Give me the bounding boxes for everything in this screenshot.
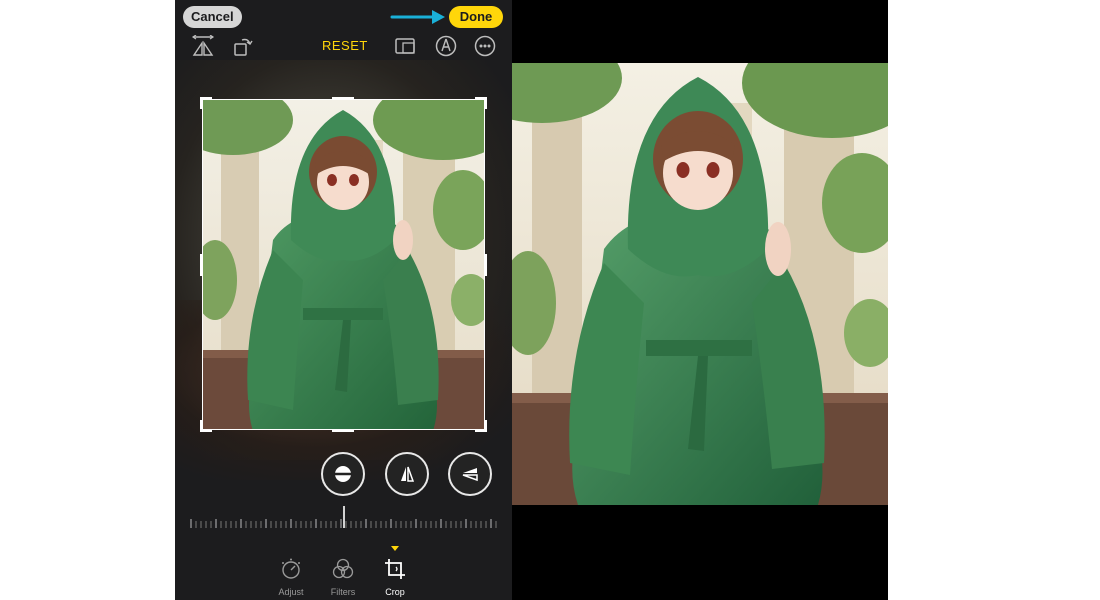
active-tab-indicator (391, 546, 399, 551)
crop-handle-left[interactable] (200, 254, 203, 276)
horizontal-perspective-icon[interactable] (448, 452, 492, 496)
annotation-arrow-icon (390, 10, 445, 24)
crop-handle-bottom-right[interactable] (475, 420, 487, 432)
cropped-result-image (512, 63, 888, 505)
crop-handle-right[interactable] (484, 254, 487, 276)
cancel-button[interactable]: Cancel (183, 6, 242, 28)
crop-handle-bottom[interactable] (332, 429, 354, 432)
anime-girl-illustration (203, 100, 484, 429)
screenshot-canvas: Cancel Done RESET Adjust Filters Crop (0, 0, 1100, 600)
tab-filters-label: Filters (330, 587, 356, 597)
cropped-result-panel (512, 0, 888, 600)
done-button[interactable]: Done (449, 6, 503, 28)
crop-handle-top-left[interactable] (200, 97, 212, 109)
tab-adjust[interactable]: Adjust (271, 558, 311, 597)
tab-crop[interactable]: Crop (375, 558, 415, 597)
vertical-perspective-icon[interactable] (385, 452, 429, 496)
anime-girl-illustration-cropped (512, 63, 888, 505)
more-icon[interactable] (473, 34, 497, 58)
tab-adjust-label: Adjust (278, 587, 304, 597)
aspect-ratio-icon[interactable] (393, 34, 417, 58)
photo-editor-panel: Cancel Done RESET Adjust Filters Crop (175, 0, 512, 600)
adjust-dial-icon (282, 558, 300, 579)
rotation-dial-slider[interactable] (189, 506, 499, 536)
straighten-icon[interactable] (321, 452, 365, 496)
tab-filters[interactable]: Filters (323, 558, 363, 597)
crop-image-preview[interactable] (202, 99, 485, 430)
flip-icon[interactable] (191, 34, 215, 58)
reset-button[interactable]: RESET (322, 38, 368, 53)
crop-handle-top[interactable] (332, 97, 354, 100)
crop-handle-bottom-left[interactable] (200, 420, 212, 432)
rotate-icon[interactable] (231, 34, 255, 58)
tab-crop-label: Crop (385, 587, 405, 597)
crop-icon (385, 559, 405, 579)
markup-pen-icon[interactable] (434, 34, 458, 58)
filters-circles-icon (332, 558, 354, 579)
crop-handle-top-right[interactable] (475, 97, 487, 109)
